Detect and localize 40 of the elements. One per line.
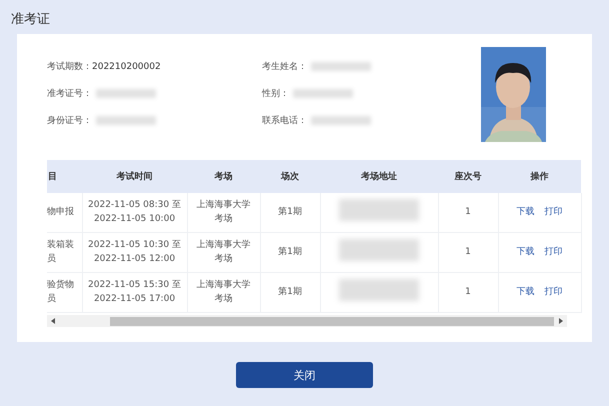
table-cell: 第1期 [260, 232, 320, 272]
scroll-left-icon[interactable] [51, 318, 55, 324]
field-value: 202210200002 [92, 62, 161, 72]
action-link[interactable]: 下载 [516, 246, 534, 257]
table-cell: 第1期 [260, 193, 320, 232]
table-cell: 1 [438, 232, 498, 272]
table-cell: 2022-11-05 15:30 至 2022-11-05 17:00 [82, 272, 187, 312]
action-link[interactable]: 打印 [544, 206, 562, 217]
table-cell: 第1期 [260, 272, 320, 312]
close-button[interactable]: 关闭 [236, 362, 373, 388]
table-cell-text: 上海海事大学考场 [196, 279, 252, 306]
field-label: 身份证号： [47, 114, 92, 127]
field-label: 考试期数： [47, 60, 92, 73]
column-header: 座次号 [438, 160, 498, 193]
column-header: 场次 [260, 160, 320, 193]
table-cell: 1 [438, 272, 498, 312]
table-cell: 验货物员 [47, 272, 82, 312]
horizontal-scrollbar[interactable] [47, 315, 567, 327]
field-label: 准考证号： [47, 88, 92, 100]
table-cell: 装箱装员 [47, 232, 82, 272]
column-header: 目 [47, 160, 82, 193]
field-label: 联系电话： [262, 114, 307, 127]
field-label: 考生姓名： [262, 60, 307, 73]
table-cell-text: 上海海事大学考场 [196, 199, 252, 226]
field-label: 性别： [262, 88, 289, 100]
column-header: 考试时间 [82, 160, 187, 193]
column-header: 考场 [187, 160, 260, 193]
action-link[interactable]: 下载 [516, 206, 534, 217]
action-link[interactable]: 下载 [516, 286, 534, 297]
table-cell: 物申报 [47, 193, 82, 232]
action-link[interactable]: 打印 [544, 246, 562, 257]
page-title: 准考证 [10, 11, 50, 29]
table-cell: 2022-11-05 10:30 至 2022-11-05 12:00 [82, 232, 187, 272]
table-cell: 2022-11-05 08:30 至 2022-11-05 10:00 [82, 193, 187, 232]
scroll-right-icon[interactable] [559, 318, 563, 324]
column-header: 考场地址 [320, 160, 438, 193]
table-cell: 1 [438, 193, 498, 232]
table-cell-text: 上海海事大学考场 [196, 239, 252, 266]
action-link[interactable]: 打印 [544, 286, 562, 297]
column-header: 操作 [498, 160, 581, 193]
